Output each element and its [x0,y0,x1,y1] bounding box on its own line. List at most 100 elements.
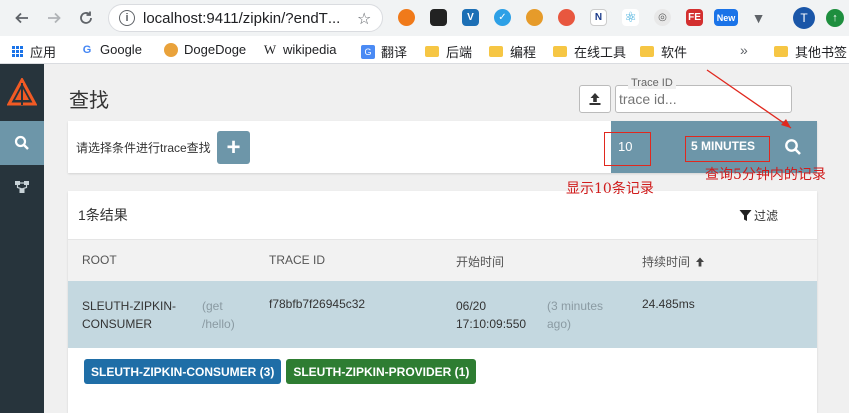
bookmark-label: Google [100,42,142,57]
extension-check-icon[interactable]: ✓ [494,9,511,26]
sort-arrow-up-icon [696,257,705,266]
upload-icon [589,93,601,105]
profile-avatar[interactable]: T [793,7,815,29]
filter-button[interactable]: 过滤 [739,207,778,224]
extension-dark-icon[interactable] [430,9,447,26]
info-icon: i [119,10,135,26]
extension-new-icon[interactable]: New [714,9,738,26]
url-ellipsis: ... [327,9,341,27]
zipkin-logo-icon[interactable] [7,78,37,108]
bookmark-apps[interactable]: 应用 [12,42,56,61]
bookmark-label: DogeDoge [184,42,247,57]
add-criteria-button[interactable]: + [217,131,250,164]
folder-icon [425,46,439,57]
upload-button[interactable] [579,85,611,113]
app-sidebar [0,64,44,413]
bookmark-label: 翻译 [381,45,408,60]
bookmark-dogedoge[interactable]: DogeDoge [164,42,246,57]
forward-button[interactable] [43,7,65,29]
root-span-name: (get /hello) [202,299,235,331]
bookmark-folder-software[interactable]: 软件 [640,42,687,61]
bookmark-folder-backend[interactable]: 后端 [425,42,472,61]
bookmark-star-icon[interactable]: ☆ [357,9,371,29]
search-icon [785,139,801,155]
bookmark-label: wikipedia [283,42,337,57]
bookmark-label: 编程 [510,45,537,60]
service-tag-provider[interactable]: SLEUTH-ZIPKIN-PROVIDER (1) [286,359,477,384]
update-icon[interactable]: ↑ [826,9,844,27]
folder-icon [489,46,503,57]
page-title: 查找 [69,90,109,112]
annotation-limit-note: 显示10条记录 [566,181,654,197]
table-row[interactable]: SLEUTH-ZIPKIN-CONSUMER (get /hello) f78b… [68,281,817,348]
search-prompt-text: 请选择条件进行trace查找 [76,141,211,155]
url-text: localhost:9411/zipkin/?endT [143,9,328,27]
back-button[interactable] [11,7,33,29]
screenshot-root: i localhost:9411/zipkin/?endT ... ☆ V ✓ … [0,0,849,413]
column-header-start-time[interactable]: 开始时间 [456,253,504,270]
results-table-header: ROOT TRACE ID 开始时间 持续时间 [68,239,817,281]
annotation-box-lookback [685,136,770,162]
main-content: 查找 Trace ID 请选择条件进行trace查找 + 10 5 MINUTE… [44,64,849,413]
results-card: 1条结果 过滤 ROOT TRACE ID 开始时间 持续时间 SLEUTH-Z… [68,191,817,413]
annotation-lookback-note: 查询5分钟内的记录 [705,167,826,183]
browser-toolbar: i localhost:9411/zipkin/?endT ... ☆ V ✓ … [0,0,849,36]
extension-funnel-icon[interactable]: ▼ [750,9,767,26]
bookmark-folder-programming[interactable]: 编程 [489,42,536,61]
google-icon: G [82,43,92,56]
column-header-duration-label: 持续时间 [642,255,691,269]
bookmark-label: 在线工具 [574,45,627,60]
annotation-box-limit [604,132,651,166]
reload-button[interactable] [75,7,97,29]
dogedoge-icon [164,42,178,57]
extension-gear-icon[interactable]: ◎ [654,9,671,26]
filter-icon [739,210,752,221]
bookmark-label: 其他书签 [795,45,848,60]
service-tags: SLEUTH-ZIPKIN-CONSUMER (3) SLEUTH-ZIPKIN… [84,359,477,384]
apps-grid-icon [12,46,23,57]
reload-icon [80,11,92,24]
extension-v-icon[interactable]: V [462,9,479,26]
column-header-trace-id[interactable]: TRACE ID [269,253,325,267]
extension-react-icon[interactable]: ⚛ [622,9,639,26]
bookmark-label: 应用 [30,45,57,60]
service-tag-consumer[interactable]: SLEUTH-ZIPKIN-CONSUMER (3) [84,359,282,384]
filter-label: 过滤 [754,209,779,223]
dependency-tree-icon [15,181,29,193]
translate-icon: G [361,44,375,59]
bookmark-wikipedia[interactable]: W wikipedia [263,41,337,58]
results-count: 1条结果 [78,207,128,223]
bookmark-label: 软件 [661,45,688,60]
extension-shield-icon[interactable] [526,9,543,26]
duration-value: 24.485ms [642,297,695,311]
root-service-name: SLEUTH-ZIPKIN-CONSUMER [82,299,177,331]
address-bar[interactable]: i localhost:9411/zipkin/?endT ... [108,4,383,32]
sidebar-item-search[interactable] [0,121,44,165]
extension-network-icon[interactable] [558,9,575,26]
arrow-right-icon [48,12,61,24]
bookmark-translate[interactable]: G 翻译 [361,42,407,61]
extension-orange-icon[interactable] [398,9,415,26]
column-header-duration[interactable]: 持续时间 [642,253,706,270]
start-time-value: 06/20 17:10:09:550 [456,299,527,331]
trace-id-field: Trace ID [615,77,792,113]
bookmark-google[interactable]: G Google [80,42,142,57]
sidebar-item-dependencies[interactable] [0,165,44,209]
start-time-relative: (3 minutes ago) [547,299,604,331]
run-search-button[interactable] [781,135,805,159]
column-header-root[interactable]: ROOT [82,253,117,267]
bookmarks-overflow-button[interactable]: » [740,42,748,58]
bookmark-other[interactable]: 其他书签 [774,42,847,61]
trace-id-input[interactable] [619,91,784,107]
search-icon [14,135,29,150]
trace-id-value: f78bfb7f26945c32 [269,297,366,311]
folder-icon [774,46,788,57]
bookmarks-bar: 应用 G Google DogeDoge W wikipedia G 翻译 后端… [0,36,849,64]
folder-icon [640,46,654,57]
trace-id-label: Trace ID [628,77,676,89]
bookmark-folder-tools[interactable]: 在线工具 [553,42,626,61]
extension-n-icon[interactable]: N [590,9,607,26]
extension-fe-icon[interactable]: FE [686,9,703,26]
folder-icon [553,46,567,57]
wikipedia-icon: W [263,41,277,57]
